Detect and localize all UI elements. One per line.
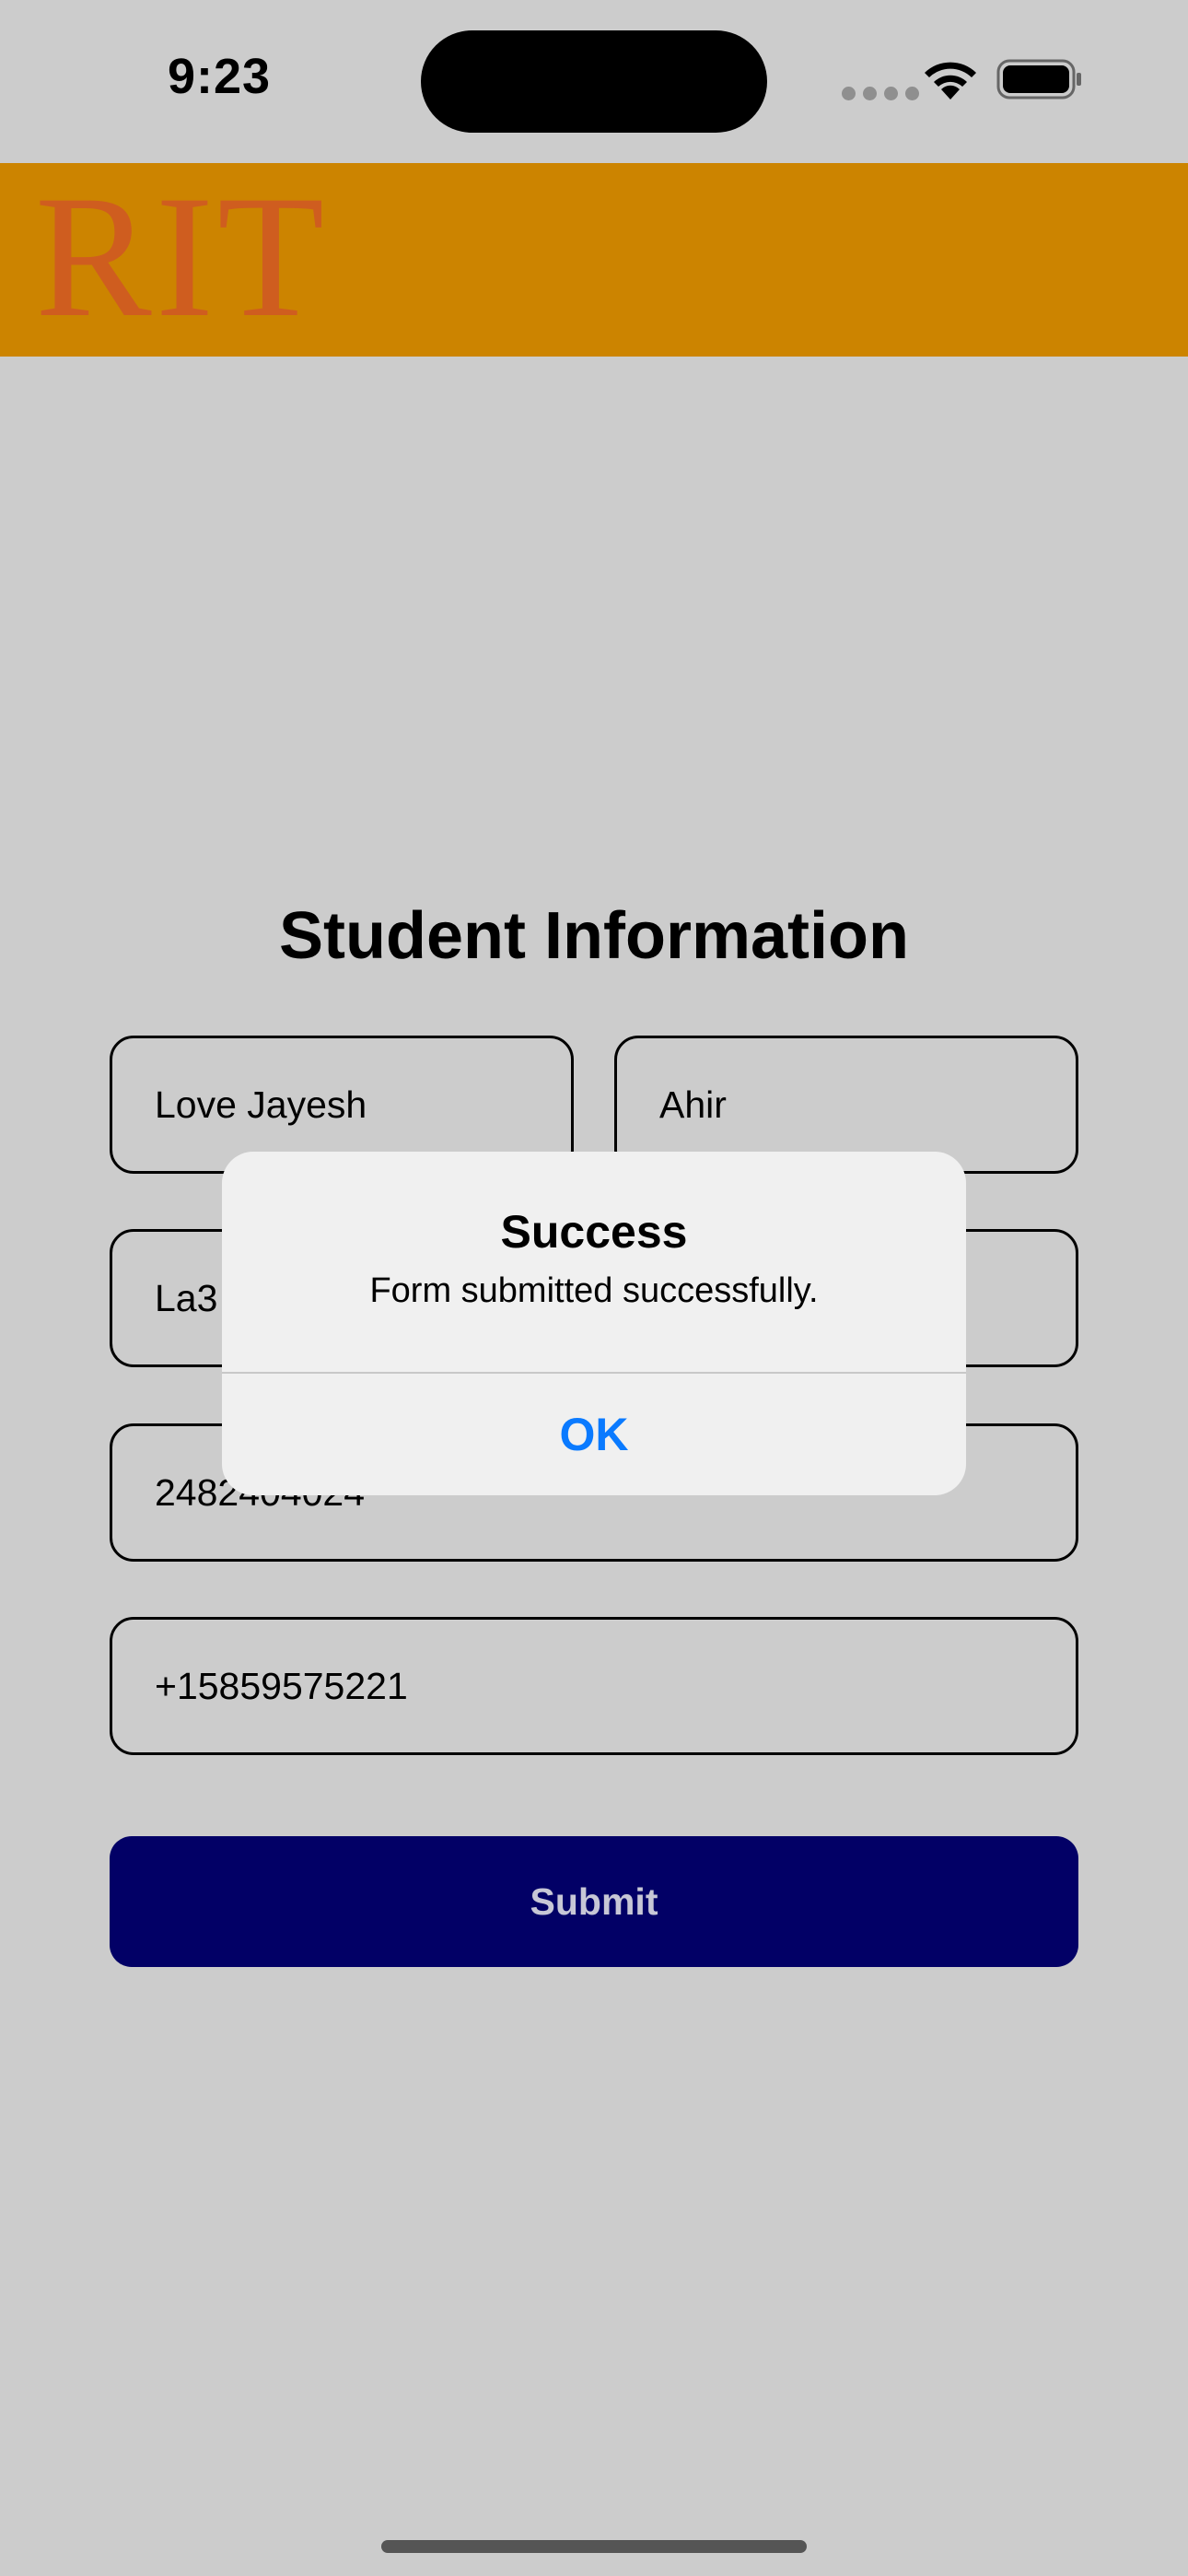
signal-icon [842,87,919,100]
wifi-icon [925,62,976,100]
success-alert: Success Form submitted successfully. OK [222,1152,966,1495]
phone-field[interactable]: +15859575221 [110,1617,1078,1755]
dynamic-island [421,30,767,133]
alert-title: Success [500,1206,688,1258]
status-bar-time: 9:23 [168,49,272,104]
home-indicator[interactable] [381,2540,807,2553]
page-title: Student Information [279,899,909,973]
alert-ok-button[interactable]: OK [222,1374,966,1495]
submit-button[interactable]: Submit [110,1836,1078,1967]
battery-icon [996,59,1081,100]
rit-logo: RIT [35,160,329,354]
alert-message: Form submitted successfully. [369,1271,819,1310]
